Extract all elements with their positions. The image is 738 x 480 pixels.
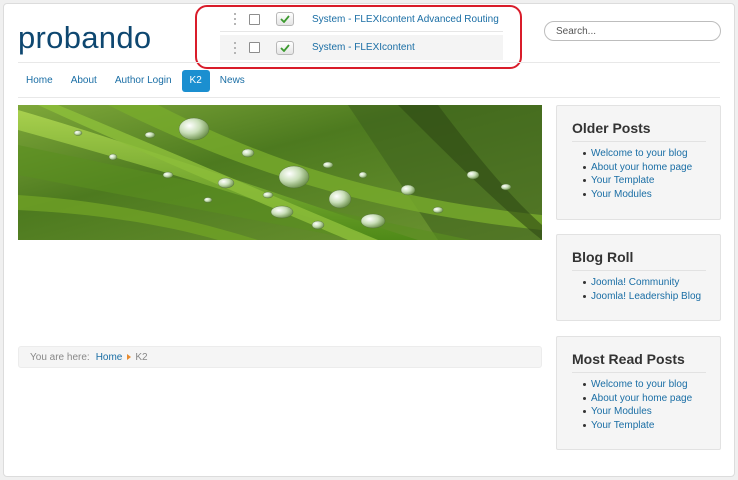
module-title: Older Posts [572,120,706,142]
post-link[interactable]: About your home page [591,393,692,404]
search-input[interactable] [544,21,721,41]
blog-link[interactable]: Joomla! Community [591,277,679,288]
post-link[interactable]: Welcome to your blog [591,148,688,159]
module-title: Blog Roll [572,249,706,271]
nav-item-home[interactable]: Home [18,70,61,92]
highlight-annotation [195,5,522,69]
list-item: About your home page [583,392,706,406]
breadcrumb-home-link[interactable]: Home [96,352,123,363]
nav-item-news[interactable]: News [212,70,253,92]
nav-item-k2[interactable]: K2 [181,70,210,92]
module-title: Most Read Posts [572,351,706,373]
site-brand[interactable]: probando [18,20,151,56]
nav-item-about[interactable]: About [63,70,105,92]
water-droplets-on-grass-image [18,105,542,240]
list-item: Joomla! Leadership Blog [583,290,706,304]
post-link[interactable]: About your home page [591,162,692,173]
list-item: Welcome to your blog [583,378,706,392]
list-item: Your Modules [583,405,706,419]
most-read-module: Most Read Posts Welcome to your blog Abo… [556,336,721,450]
list-item: Your Template [583,174,706,188]
breadcrumb-separator-icon [127,354,132,360]
breadcrumb-current: K2 [135,351,148,363]
header-divider [18,62,720,63]
list-item: Joomla! Community [583,276,706,290]
main-nav: Home About Author Login K2 News [18,70,255,92]
post-link[interactable]: Welcome to your blog [591,379,688,390]
older-posts-module: Older Posts Welcome to your blog About y… [556,105,721,220]
list-item: Your Modules [583,188,706,202]
post-link[interactable]: Your Template [591,420,654,431]
list-item: Welcome to your blog [583,147,706,161]
blog-link[interactable]: Joomla! Leadership Blog [591,291,701,302]
blog-roll-module: Blog Roll Joomla! Community Joomla! Lead… [556,234,721,321]
nav-divider [18,97,720,98]
post-link[interactable]: Your Modules [591,189,652,200]
post-link[interactable]: Your Modules [591,406,652,417]
list-item: Your Template [583,419,706,433]
nav-item-author-login[interactable]: Author Login [107,70,180,92]
breadcrumb: You are here: Home K2 [18,346,542,368]
breadcrumb-prefix: You are here: [30,351,90,363]
post-link[interactable]: Your Template [591,175,654,186]
list-item: About your home page [583,161,706,175]
banner-image [18,105,542,240]
